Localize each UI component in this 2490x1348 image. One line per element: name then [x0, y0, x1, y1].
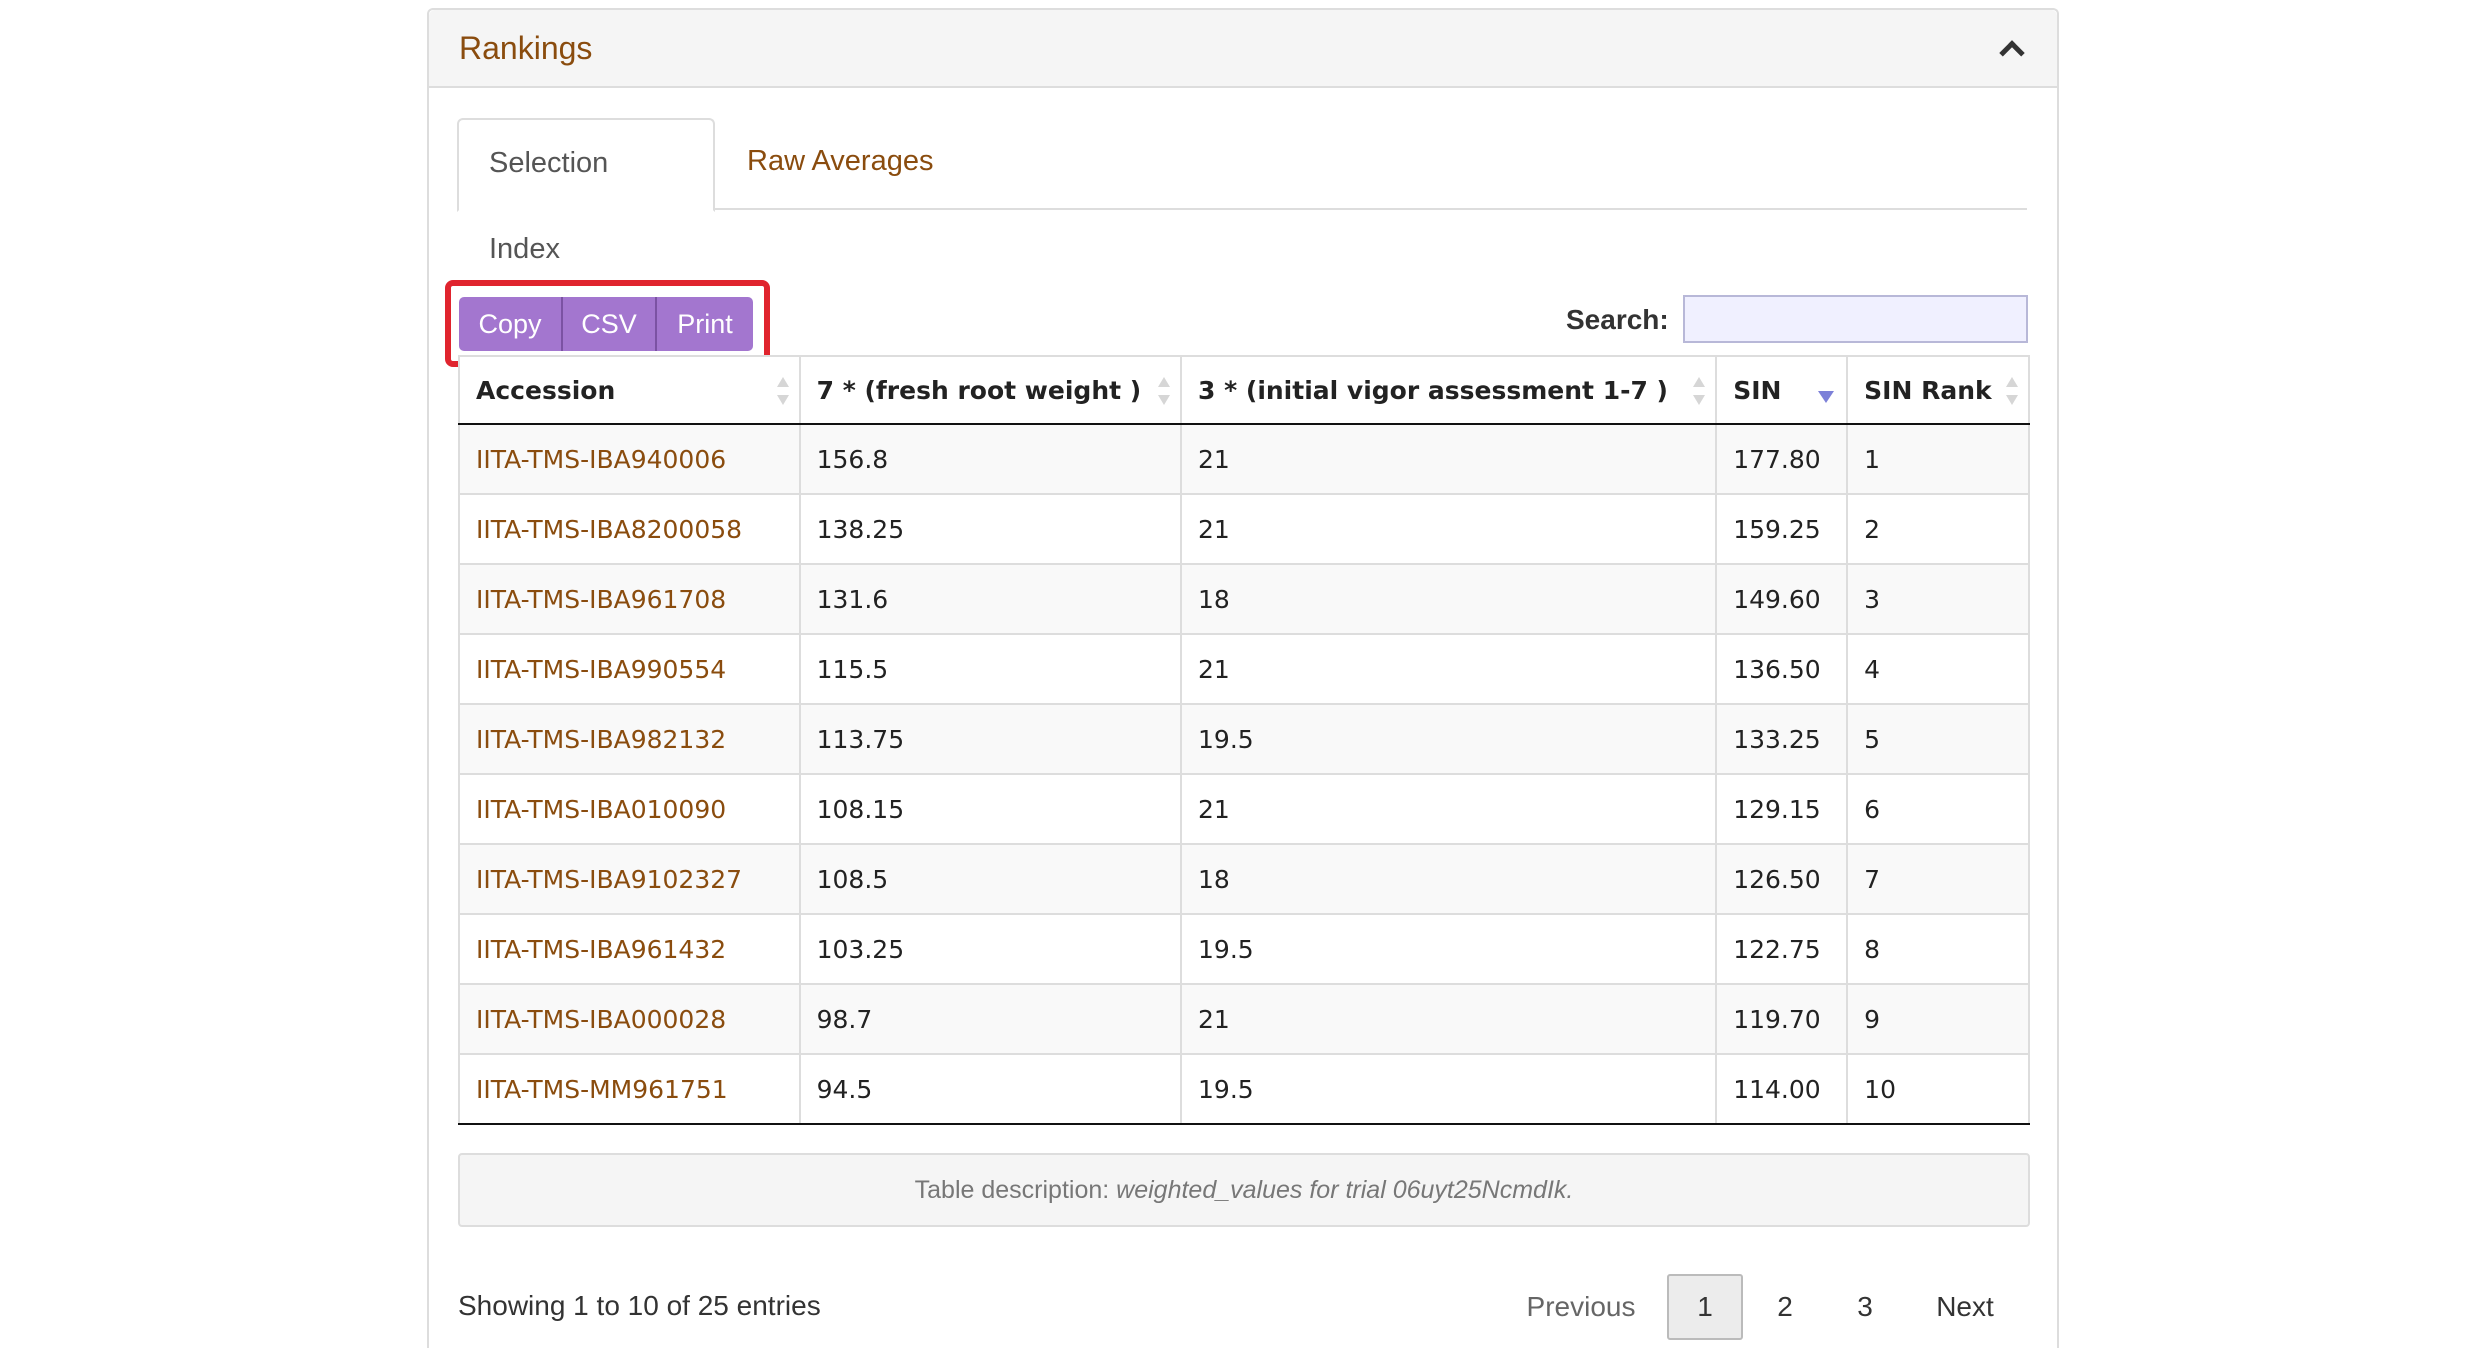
pagination-next[interactable]: Next [1915, 1274, 2015, 1340]
search-label: Search: [1566, 304, 1669, 335]
table-cell: 21 [1180, 423, 1718, 495]
pagination-page-1[interactable]: 1 [1667, 1274, 1743, 1340]
table-cell: 18 [1180, 563, 1718, 635]
csv-button[interactable]: CSV [563, 297, 657, 351]
print-button[interactable]: Print [657, 297, 753, 351]
tab-bar: Selection Index Raw Averages [457, 118, 2027, 265]
table-cell: 114.00 [1715, 1053, 1849, 1125]
column-header-label: SIN [1733, 375, 1782, 405]
table-cell: 19.5 [1180, 703, 1718, 775]
table-cell: 21 [1180, 983, 1718, 1055]
table-cell: 3 [1846, 563, 2030, 635]
table-row: IITA-TMS-IBA8200058 138.25 21 159.25 2 [458, 493, 2030, 565]
table-cell: 156.8 [798, 423, 1183, 495]
accession-link[interactable]: IITA-TMS-IBA9102327 [458, 843, 801, 915]
accession-link[interactable]: IITA-TMS-IBA000028 [458, 983, 801, 1055]
table-cell: 21 [1180, 633, 1718, 705]
column-header-sin-rank[interactable]: SIN Rank [1846, 355, 2030, 425]
table-cell: 1 [1846, 423, 2030, 495]
table-cell: 8 [1846, 913, 2030, 985]
table-row: IITA-TMS-IBA000028 98.7 21 119.70 9 [458, 983, 2030, 1055]
table-cell: 136.50 [1715, 633, 1849, 705]
sort-both-icon [2006, 377, 2018, 405]
pagination-page-3[interactable]: 3 [1840, 1274, 1890, 1340]
table-row: IITA-TMS-IBA982132 113.75 19.5 133.25 5 [458, 703, 2030, 775]
chevron-up-icon[interactable] [1999, 40, 2025, 66]
panel-title: Rankings [459, 30, 593, 66]
table-cell: 94.5 [798, 1053, 1183, 1125]
accession-link[interactable]: IITA-TMS-IBA961708 [458, 563, 801, 635]
table-cell: 129.15 [1715, 773, 1849, 845]
pagination-previous[interactable]: Previous [1516, 1274, 1646, 1340]
column-header-label: Accession [476, 375, 616, 405]
table-cell: 126.50 [1715, 843, 1849, 915]
table-cell: 177.80 [1715, 423, 1849, 495]
column-header-fresh-root-weight[interactable]: 7 * (fresh root weight ) [798, 355, 1183, 425]
table-cell: 149.60 [1715, 563, 1849, 635]
table-cell: 6 [1846, 773, 2030, 845]
table-cell: 2 [1846, 493, 2030, 565]
accession-link[interactable]: IITA-TMS-IBA982132 [458, 703, 801, 775]
table-cell: 115.5 [798, 633, 1183, 705]
table-cell: 113.75 [798, 703, 1183, 775]
table-cell: 103.25 [798, 913, 1183, 985]
table-cell: 10 [1846, 1053, 2030, 1125]
table-row: IITA-TMS-MM961751 94.5 19.5 114.00 10 [458, 1053, 2030, 1125]
table-caption: Table description: weighted_values for t… [458, 1153, 2030, 1227]
table-body: IITA-TMS-IBA940006 156.8 21 177.80 1 IITA-TMS… [458, 423, 2030, 1125]
sort-both-icon [1693, 377, 1706, 405]
table-cell: 138.25 [798, 493, 1183, 565]
accession-link[interactable]: IITA-TMS-IBA010090 [458, 773, 801, 845]
column-header-sin[interactable]: SIN [1715, 355, 1849, 425]
caption-text: weighted_values for trial 06uyt25NcmdIk. [1116, 1176, 1574, 1204]
sort-both-icon [776, 377, 789, 405]
entries-info: Showing 1 to 10 of 25 entries [458, 1290, 821, 1321]
table-cell: 4 [1846, 633, 2030, 705]
search-input[interactable] [1683, 295, 2028, 343]
table-cell: 108.5 [798, 843, 1183, 915]
column-header-label: 7 * (fresh root weight ) [816, 375, 1142, 405]
table-cell: 119.70 [1715, 983, 1849, 1055]
accession-link[interactable]: IITA-TMS-IBA8200058 [458, 493, 801, 565]
table-row: IITA-TMS-IBA010090 108.15 21 129.15 6 [458, 773, 2030, 845]
accession-link[interactable]: IITA-TMS-IBA961432 [458, 913, 801, 985]
caption-prefix: Table description: [914, 1176, 1117, 1204]
copy-button[interactable]: Copy [459, 297, 563, 351]
tab-selection-index[interactable]: Selection Index [457, 118, 715, 265]
table-header-row: Accession 7 * (fresh root weight ) 3 * (… [458, 355, 2030, 425]
table-row: IITA-TMS-IBA961708 131.6 18 149.60 3 [458, 563, 2030, 635]
table-cell: 21 [1180, 493, 1718, 565]
column-header-accession[interactable]: Accession [458, 355, 801, 425]
panel-heading[interactable]: Rankings [429, 10, 2057, 88]
table-cell: 19.5 [1180, 1053, 1718, 1125]
accession-link[interactable]: IITA-TMS-IBA940006 [458, 423, 801, 495]
table-cell: 7 [1846, 843, 2030, 915]
table-row: IITA-TMS-IBA990554 115.5 21 136.50 4 [458, 633, 2030, 705]
column-header-label: SIN Rank [1864, 375, 1992, 405]
pagination-page-2[interactable]: 2 [1760, 1274, 1810, 1340]
table-cell: 18 [1180, 843, 1718, 915]
rankings-table: Accession 7 * (fresh root weight ) 3 * (… [458, 355, 2030, 1125]
table-cell: 9 [1846, 983, 2030, 1055]
table-cell: 98.7 [798, 983, 1183, 1055]
accession-link[interactable]: IITA-TMS-IBA990554 [458, 633, 801, 705]
table-cell: 19.5 [1180, 913, 1718, 985]
table-cell: 21 [1180, 773, 1718, 845]
tab-raw-averages[interactable]: Raw Averages [717, 118, 963, 210]
column-header-initial-vigor[interactable]: 3 * (initial vigor assessment 1-7 ) [1180, 355, 1718, 425]
table-row: IITA-TMS-IBA961432 103.25 19.5 122.75 8 [458, 913, 2030, 985]
table-cell: 131.6 [798, 563, 1183, 635]
sort-descending-icon [1818, 391, 1835, 403]
table-cell: 159.25 [1715, 493, 1849, 565]
column-header-label: 3 * (initial vigor assessment 1-7 ) [1198, 375, 1668, 405]
table-cell: 108.15 [798, 773, 1183, 845]
table-cell: 133.25 [1715, 703, 1849, 775]
sort-both-icon [1158, 377, 1171, 405]
table-row: IITA-TMS-IBA9102327 108.5 18 126.50 7 [458, 843, 2030, 915]
accession-link[interactable]: IITA-TMS-MM961751 [458, 1053, 801, 1125]
export-button-group: Copy CSV Print [459, 297, 753, 351]
table-row: IITA-TMS-IBA940006 156.8 21 177.80 1 [458, 423, 2030, 495]
table-cell: 122.75 [1715, 913, 1849, 985]
table-cell: 5 [1846, 703, 2030, 775]
